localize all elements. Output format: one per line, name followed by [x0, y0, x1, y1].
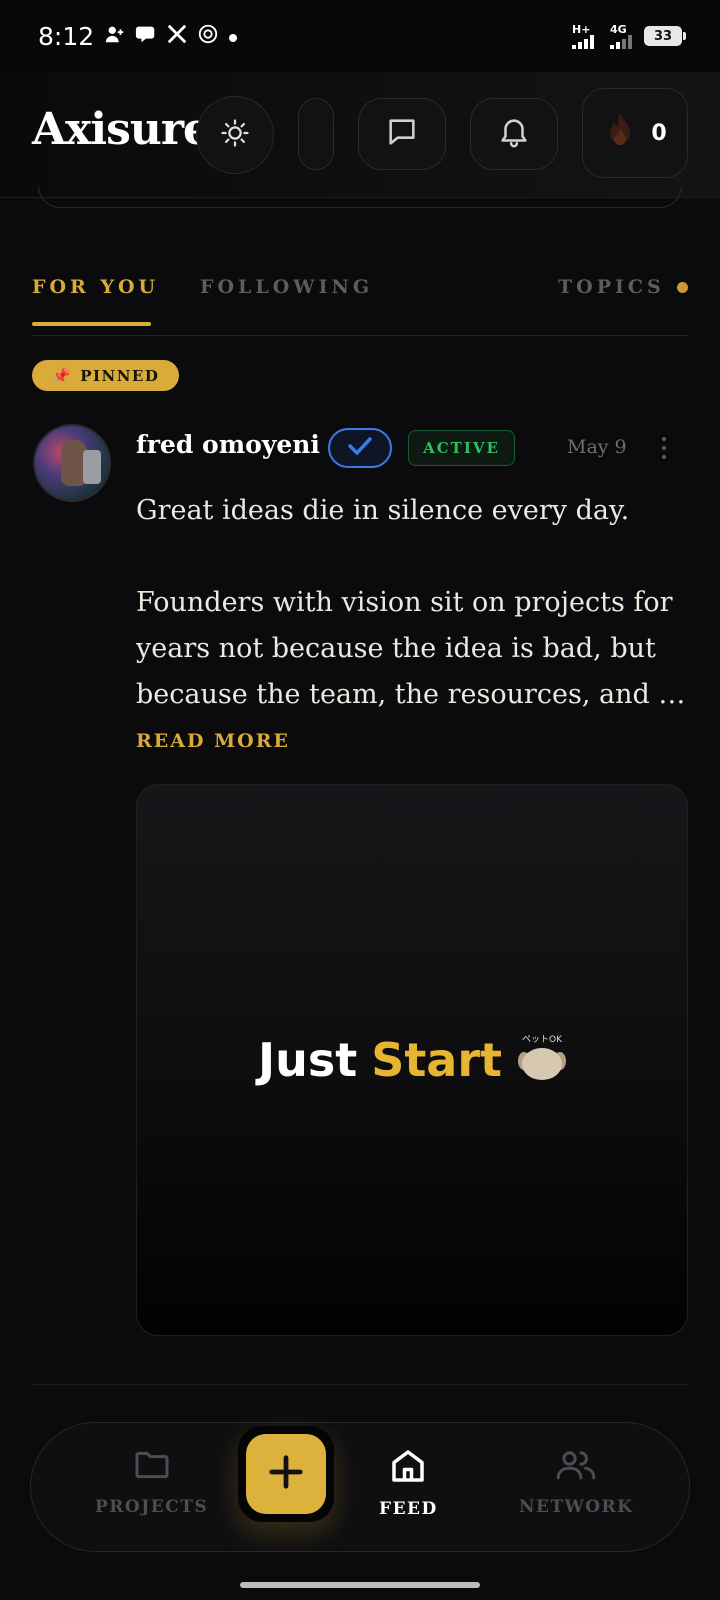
feed-tabs: FOR YOU FOLLOWING TOPICS	[32, 270, 688, 336]
theme-toggle-button[interactable]	[196, 96, 274, 174]
pinned-badge: 📌 PINNED	[32, 360, 180, 391]
status-badge: ACTIVE	[408, 430, 515, 466]
search-bar-edge	[38, 186, 682, 208]
x-logo-icon	[166, 23, 188, 50]
post-line: years not because the idea is bad, but	[136, 633, 656, 664]
chat-icon	[385, 115, 419, 153]
messages-button[interactable]	[358, 98, 446, 170]
nav-network[interactable]: NETWORK	[519, 1445, 633, 1517]
create-post-button[interactable]	[246, 1434, 326, 1514]
tab-topics[interactable]: TOPICS	[558, 276, 665, 298]
puppy-sticker-icon: ペットOK	[516, 1035, 567, 1082]
folder-icon	[132, 1445, 172, 1489]
streak-button[interactable]: 0	[582, 88, 688, 178]
nav-projects[interactable]: PROJECTS	[95, 1445, 208, 1517]
bottom-nav: PROJECTS FEED NETWORK	[30, 1422, 690, 1552]
header-pill-button[interactable]	[298, 98, 334, 170]
author-name[interactable]: fred omoyeni	[136, 430, 320, 459]
signal-2: 4G	[610, 24, 634, 49]
pushpin-icon: 📌	[52, 366, 73, 385]
post-more-button[interactable]	[652, 432, 676, 464]
signal-bars-icon	[610, 34, 632, 49]
dot-icon	[228, 24, 238, 48]
sun-icon	[220, 118, 250, 152]
read-more-link[interactable]: READ MORE	[136, 730, 290, 752]
network-label-1: H+	[572, 22, 591, 36]
home-icon	[387, 1445, 429, 1491]
nav-feed[interactable]: FEED	[379, 1445, 438, 1519]
post-divider	[32, 1384, 688, 1385]
status-bar: 8:12 H+ 4G 33	[0, 0, 720, 72]
streak-count: 0	[651, 120, 667, 146]
media-caption: Just Start ペットOK	[257, 1033, 567, 1087]
flame-icon	[603, 111, 637, 155]
app-header: Axisure 0	[0, 72, 720, 198]
notifications-button[interactable]	[470, 98, 558, 170]
brand-logo[interactable]: Axisure	[32, 104, 211, 155]
post-line: Great ideas die in silence every day.	[136, 495, 630, 526]
signal-1: H+	[572, 24, 600, 49]
author-avatar[interactable]	[33, 424, 111, 502]
post-line: Founders with vision sit on projects for	[136, 587, 673, 618]
status-right: H+ 4G 33	[572, 24, 686, 49]
topics-indicator-dot	[677, 282, 688, 293]
active-tab-underline	[32, 322, 151, 326]
openai-logo-icon	[197, 23, 219, 50]
nav-label-projects: PROJECTS	[95, 1497, 209, 1517]
checkmark-icon	[347, 435, 373, 461]
chat-bubble-icon	[135, 23, 157, 50]
create-button-frame	[238, 1426, 334, 1522]
post-media[interactable]: Just Start ペットOK	[136, 784, 688, 1336]
notification-icons	[104, 23, 238, 50]
plus-icon	[267, 1453, 305, 1495]
media-text-just: Just	[257, 1033, 358, 1087]
network-label-2: 4G	[610, 22, 627, 36]
pinned-label: PINNED	[80, 366, 160, 385]
bell-icon	[497, 115, 531, 153]
battery-level: 33	[653, 28, 673, 44]
nav-label-network: NETWORK	[519, 1497, 634, 1517]
verified-badge	[328, 428, 392, 468]
sticker-tag: ペットOK	[522, 1035, 563, 1045]
post-date: May 9	[567, 436, 627, 458]
users-icon	[555, 1445, 597, 1489]
battery-icon: 33	[644, 26, 686, 46]
home-indicator[interactable]	[240, 1582, 480, 1588]
post-line: because the team, the resources, and th.…	[136, 679, 688, 710]
media-text-start: Start	[371, 1033, 503, 1087]
post-body: Great ideas die in silence every day. Fo…	[136, 488, 688, 718]
tab-for-you[interactable]: FOR YOU	[32, 276, 159, 298]
tab-following[interactable]: FOLLOWING	[200, 276, 373, 298]
more-vertical-icon	[662, 437, 666, 441]
status-time: 8:12	[38, 21, 95, 51]
person-add-icon	[104, 23, 126, 50]
signal-bars-icon	[572, 34, 594, 49]
nav-label-feed: FEED	[379, 1499, 438, 1519]
